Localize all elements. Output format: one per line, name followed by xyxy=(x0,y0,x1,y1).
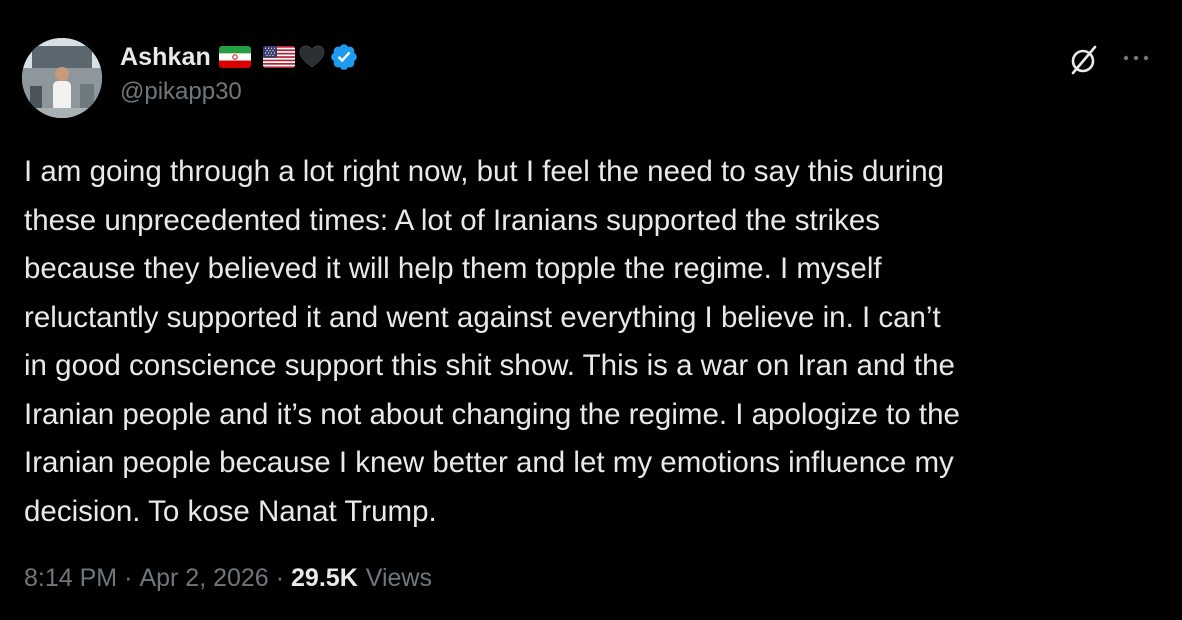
tweet-time[interactable]: 8:14 PM xyxy=(24,564,117,593)
tweet-date[interactable]: Apr 2, 2026 xyxy=(139,564,268,593)
tweet-text: I am going through a lot right now, but … xyxy=(24,155,960,528)
views-label: Views xyxy=(365,564,432,592)
meta-separator: · xyxy=(124,564,133,592)
black-heart-icon xyxy=(299,45,325,69)
user-handle[interactable]: @pikapp30 xyxy=(120,78,359,106)
tweet-meta: 8:14 PM · Apr 2, 2026 · 29.5K Views xyxy=(24,564,432,593)
meta-separator: · xyxy=(275,564,285,592)
grok-icon[interactable] xyxy=(1066,42,1102,78)
verified-badge-icon[interactable] xyxy=(329,42,359,72)
display-name[interactable]: Ashkan xyxy=(120,43,211,72)
name-row: Ashkan xyxy=(120,40,359,74)
avatar[interactable] xyxy=(22,38,102,118)
avatar-photo xyxy=(22,38,102,118)
more-icon[interactable] xyxy=(1118,44,1154,72)
tweet-header: Ashkan @pikapp30 xyxy=(120,40,359,120)
us-flag-icon xyxy=(262,46,295,68)
iran-flag-icon xyxy=(218,46,251,68)
views-count[interactable]: 29.5K xyxy=(291,564,358,593)
